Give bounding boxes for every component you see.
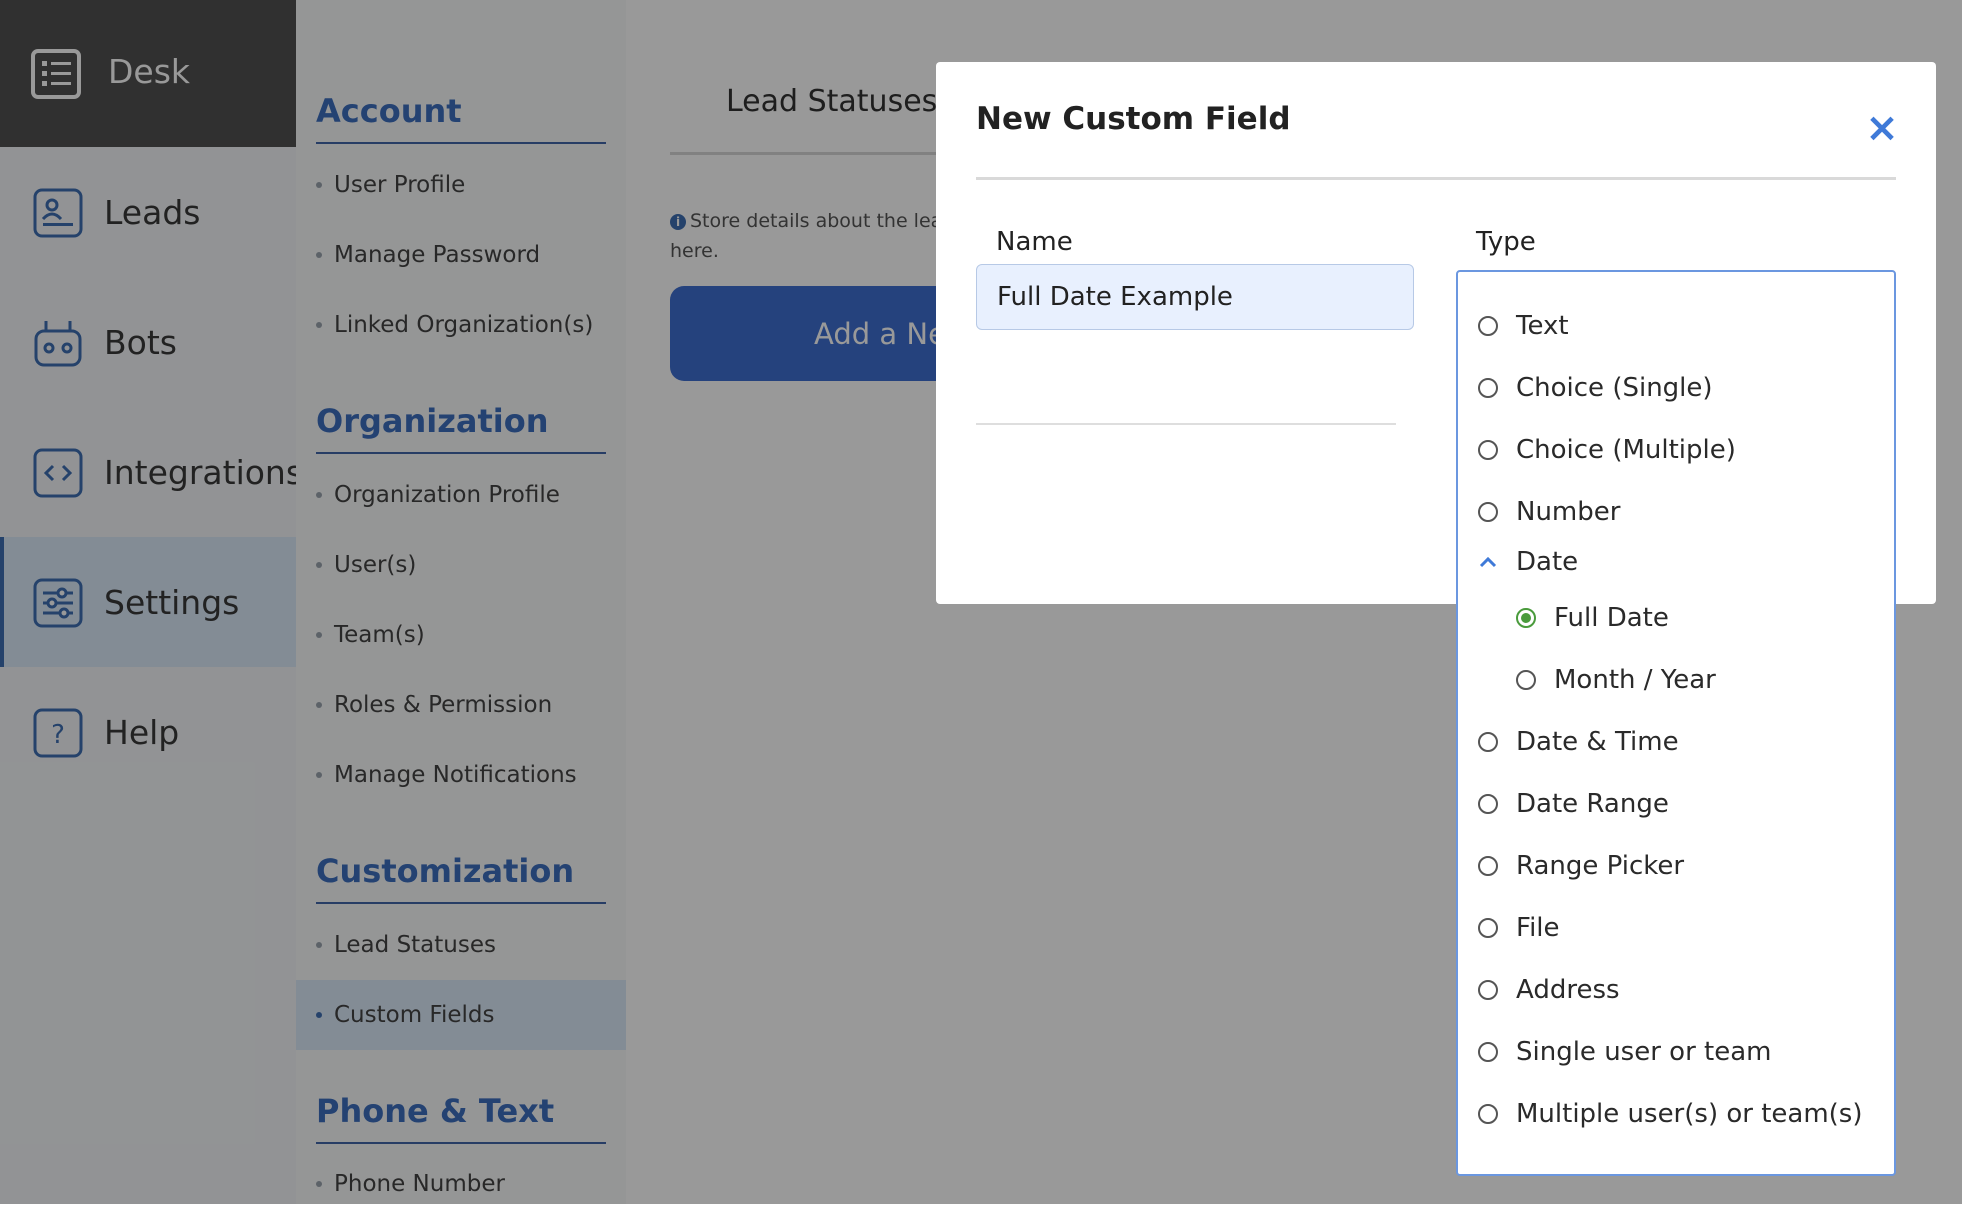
radio-button[interactable]: [1478, 732, 1498, 752]
radio-button[interactable]: [1478, 918, 1498, 938]
type-option-label: Month / Year: [1554, 665, 1716, 695]
type-option-text[interactable]: Text: [1478, 306, 1569, 346]
type-option-label: Single user or team: [1516, 1037, 1772, 1067]
type-option-full-date[interactable]: Full Date: [1516, 598, 1669, 638]
type-option-date-time[interactable]: Date & Time: [1478, 722, 1679, 762]
radio-button[interactable]: [1478, 1104, 1498, 1124]
type-option-choice-single[interactable]: Choice (Single): [1478, 368, 1713, 408]
type-option-number[interactable]: Number: [1478, 492, 1620, 532]
modal-title: New Custom Field: [976, 101, 1291, 137]
type-option-multiple-users[interactable]: Multiple user(s) or team(s): [1478, 1094, 1863, 1134]
type-option-label: Range Picker: [1516, 851, 1685, 881]
radio-button[interactable]: [1478, 856, 1498, 876]
type-option-label: Choice (Single): [1516, 373, 1713, 403]
type-option-label: Text: [1516, 311, 1569, 341]
modal-footer-divider: [976, 423, 1396, 425]
modal-divider: [976, 177, 1896, 180]
radio-button[interactable]: [1478, 502, 1498, 522]
radio-button[interactable]: [1478, 316, 1498, 336]
radio-button[interactable]: [1478, 378, 1498, 398]
type-option-range-picker[interactable]: Range Picker: [1478, 846, 1684, 886]
type-option-label: File: [1516, 913, 1560, 943]
type-option-label: Date & Time: [1516, 727, 1679, 757]
radio-button[interactable]: [1478, 794, 1498, 814]
radio-button[interactable]: [1478, 1042, 1498, 1062]
type-group-label: Date: [1516, 547, 1579, 577]
type-group-date[interactable]: Date: [1478, 542, 1578, 582]
radio-button[interactable]: [1478, 980, 1498, 1000]
type-option-file[interactable]: File: [1478, 908, 1560, 948]
type-option-label: Date Range: [1516, 789, 1669, 819]
chevron-up-icon: [1479, 556, 1497, 568]
radio-button[interactable]: [1478, 440, 1498, 460]
type-option-label: Choice (Multiple): [1516, 435, 1736, 465]
type-option-label: Number: [1516, 497, 1621, 527]
name-input[interactable]: [976, 264, 1414, 330]
radio-button[interactable]: [1516, 670, 1536, 690]
type-option-label: Full Date: [1554, 603, 1669, 633]
type-option-single-user[interactable]: Single user or team: [1478, 1032, 1771, 1072]
type-option-date-range[interactable]: Date Range: [1478, 784, 1669, 824]
type-option-address[interactable]: Address: [1478, 970, 1620, 1010]
type-label: Type: [1476, 227, 1536, 257]
type-option-choice-multiple[interactable]: Choice (Multiple): [1478, 430, 1736, 470]
radio-button-selected[interactable]: [1516, 608, 1536, 628]
type-option-label: Multiple user(s) or team(s): [1516, 1099, 1863, 1129]
type-dropdown[interactable]: Text Choice (Single) Choice (Multiple) N…: [1456, 270, 1896, 1176]
type-option-month-year[interactable]: Month / Year: [1516, 660, 1716, 700]
name-label: Name: [996, 227, 1073, 257]
close-icon[interactable]: ×: [1858, 104, 1906, 152]
type-option-label: Address: [1516, 975, 1620, 1005]
